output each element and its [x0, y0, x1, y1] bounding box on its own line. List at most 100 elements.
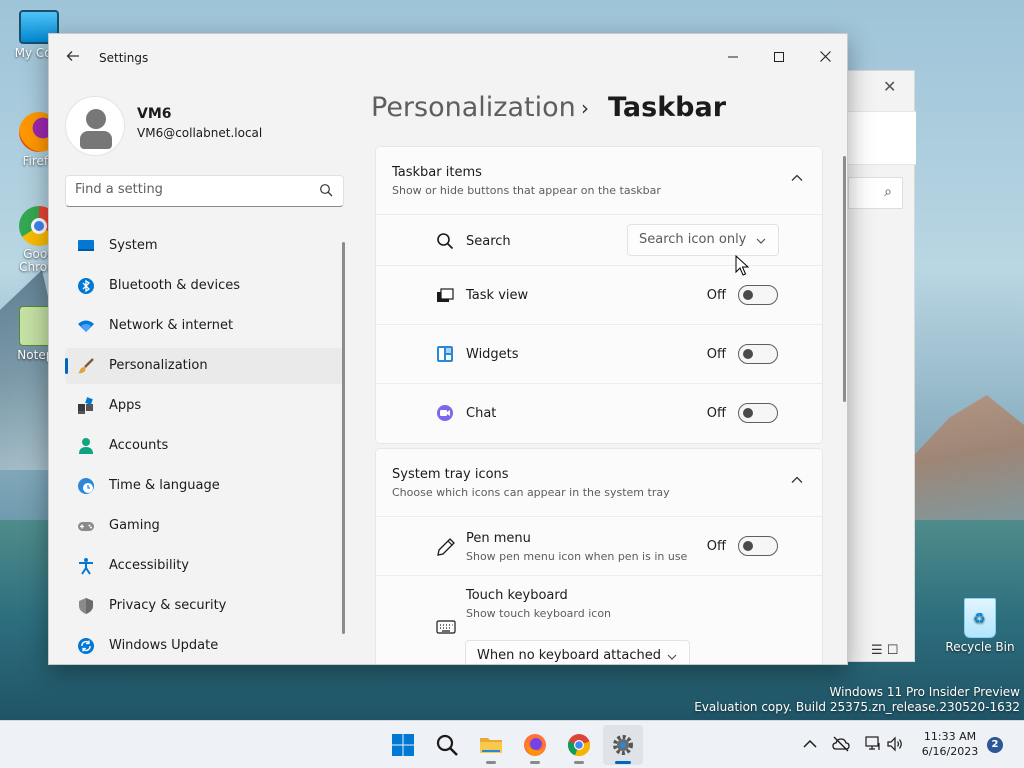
row-description: Show touch keyboard icon	[466, 607, 612, 620]
taskbar-chrome[interactable]	[559, 725, 599, 765]
start-button[interactable]	[383, 725, 423, 765]
running-indicator	[530, 761, 540, 764]
close-button[interactable]	[802, 42, 847, 74]
mouse-cursor-icon	[735, 255, 749, 276]
folder-icon	[480, 738, 502, 753]
task-view-toggle[interactable]	[738, 285, 778, 305]
paintbrush-icon	[78, 358, 94, 374]
gear-icon	[613, 735, 633, 755]
taskbar-items-card: Taskbar items Show or hide buttons that …	[375, 146, 823, 444]
system-tray-header[interactable]: System tray icons Choose which icons can…	[376, 449, 822, 517]
card-title: Taskbar items	[392, 165, 482, 180]
evaluation-watermark: Windows 11 Pro Insider Preview Evaluatio…	[694, 685, 1020, 715]
sidebar-item-label: System	[109, 238, 158, 253]
notification-badge[interactable]: 2	[987, 737, 1003, 753]
sidebar-item-windows-update[interactable]: Windows Update	[65, 628, 343, 664]
background-window-toolbar	[836, 111, 916, 165]
clock-date: 6/16/2023	[921, 745, 979, 758]
desktop-icon-recycle-bin[interactable]: ♻ Recycle Bin	[940, 598, 1020, 654]
breadcrumb-parent[interactable]: Personalization	[371, 92, 576, 123]
settings-window: Settings VM6 VM6@collabnet.local System …	[48, 33, 848, 665]
firefox-icon	[524, 734, 546, 756]
taskbar-search-button[interactable]	[427, 725, 467, 765]
sidebar-item-time-language[interactable]: Time & language	[65, 468, 343, 504]
cloud-off-icon[interactable]	[832, 735, 850, 753]
taskbar-items-header[interactable]: Taskbar items Show or hide buttons that …	[376, 147, 822, 215]
windows-logo-icon	[392, 734, 414, 756]
touch-keyboard-row: Touch keyboard Show touch keyboard icon …	[376, 576, 822, 664]
find-setting-input[interactable]	[75, 182, 305, 197]
running-indicator	[574, 761, 584, 764]
maximize-button[interactable]	[756, 42, 802, 74]
sidebar-item-apps[interactable]: Apps	[65, 388, 343, 424]
find-setting-box[interactable]	[65, 175, 344, 207]
sidebar-item-network[interactable]: Network & internet	[65, 308, 343, 344]
wifi-icon	[78, 320, 94, 332]
pen-icon	[437, 538, 455, 556]
minimize-button[interactable]	[710, 42, 756, 74]
background-window-search[interactable]: ⌕	[848, 177, 903, 209]
widgets-icon	[437, 346, 453, 362]
apps-icon	[78, 397, 93, 414]
user-name: VM6	[137, 106, 172, 122]
search-row: Search Search icon only	[376, 215, 822, 266]
widgets-toggle[interactable]	[738, 344, 778, 364]
task-view-row: Task view Off	[376, 266, 822, 325]
card-description: Show or hide buttons that appear on the …	[392, 184, 661, 197]
chevron-up-icon[interactable]	[790, 473, 804, 487]
card-description: Choose which icons can appear in the sys…	[392, 486, 670, 499]
sidebar-item-label: Accessibility	[109, 558, 189, 573]
taskbar-file-explorer[interactable]	[471, 725, 511, 765]
sidebar-item-bluetooth[interactable]: Bluetooth & devices	[65, 268, 343, 304]
desktop-icon-label: Recycle Bin	[945, 640, 1015, 654]
sidebar-item-label: Apps	[109, 398, 142, 413]
view-toggle-icons[interactable]: ☰ ☐	[871, 643, 898, 658]
touch-keyboard-dropdown[interactable]: When no keyboard attached	[465, 640, 690, 664]
search-icon	[436, 734, 458, 756]
sidebar-item-label: Personalization	[109, 358, 208, 373]
widgets-row: Widgets Off	[376, 325, 822, 384]
sidebar-item-label: Windows Update	[109, 638, 219, 653]
system-icon	[78, 240, 94, 251]
row-label: Task view	[466, 288, 529, 303]
row-label: Pen menu	[466, 531, 531, 546]
chevron-up-icon[interactable]	[790, 171, 804, 185]
dropdown-value: When no keyboard attached	[477, 648, 661, 663]
running-indicator	[486, 761, 496, 764]
sidebar-item-label: Time & language	[109, 478, 220, 493]
row-description: Show pen menu icon when pen is in use	[466, 550, 688, 563]
globe-clock-icon	[78, 478, 94, 494]
chat-toggle[interactable]	[738, 403, 778, 423]
gamepad-icon	[78, 522, 94, 531]
sidebar-item-label: Gaming	[109, 518, 160, 533]
watermark-line: Windows 11 Pro Insider Preview	[829, 685, 1020, 699]
sidebar-item-accounts[interactable]: Accounts	[65, 428, 343, 464]
sidebar-item-personalization[interactable]: Personalization	[65, 348, 343, 384]
sidebar-item-label: Network & internet	[109, 318, 234, 333]
system-clock[interactable]: 11:33 AM 6/16/2023	[910, 729, 990, 759]
user-email: VM6@collabnet.local	[137, 126, 263, 140]
sidebar-scrollbar[interactable]	[342, 242, 345, 634]
task-view-icon	[437, 288, 454, 302]
sidebar-item-system[interactable]: System	[65, 228, 343, 264]
sidebar-item-privacy[interactable]: Privacy & security	[65, 588, 343, 624]
network-icon[interactable]	[864, 735, 882, 753]
chevron-up-icon[interactable]	[801, 735, 819, 753]
back-arrow-icon[interactable]	[63, 48, 83, 68]
pen-menu-toggle[interactable]	[738, 536, 778, 556]
content-scrollbar[interactable]	[843, 156, 846, 402]
sidebar-item-accessibility[interactable]: Accessibility	[65, 548, 343, 584]
taskbar-settings[interactable]	[603, 725, 643, 765]
sidebar-item-label: Privacy & security	[109, 598, 227, 613]
pen-menu-row: Pen menu Show pen menu icon when pen is …	[376, 517, 822, 576]
user-profile[interactable]: VM6 VM6@collabnet.local	[65, 96, 345, 160]
volume-icon[interactable]	[886, 735, 904, 753]
row-label: Widgets	[466, 347, 519, 362]
watermark-line: Evaluation copy. Build 25375.zn_release.…	[694, 700, 1020, 714]
chevron-down-icon	[667, 654, 677, 660]
taskbar-firefox[interactable]	[515, 725, 555, 765]
search-icon[interactable]	[319, 183, 333, 197]
close-icon[interactable]: ✕	[883, 77, 896, 96]
search-mode-dropdown[interactable]: Search icon only	[627, 224, 779, 256]
sidebar-item-gaming[interactable]: Gaming	[65, 508, 343, 544]
